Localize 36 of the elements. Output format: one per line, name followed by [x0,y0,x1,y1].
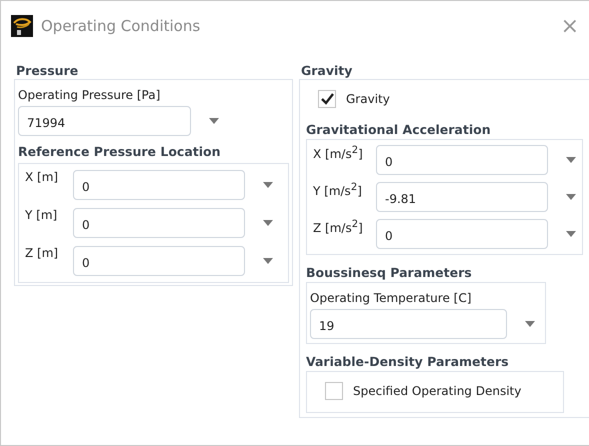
dropdown-field[interactable]: 71994 [18,106,191,136]
caret-icon[interactable] [209,118,219,124]
field-label: Z [m/s$^{2}$] [313,219,364,235]
caret-icon[interactable] [263,182,273,188]
window-title: Operating Conditions [41,17,202,35]
checkbox[interactable] [325,382,343,400]
checkbox-label: Gravity [346,92,390,106]
field-label: Operating Temperature [C] [310,291,472,305]
section-heading: Gravitational Acceleration [306,122,492,137]
checkbox-label: Specified Operating Density [353,384,522,398]
dropdown-field[interactable]: 0 [73,170,245,200]
field-label: Z [m] [25,246,60,260]
caret-icon[interactable] [263,220,273,226]
app-logo-icon [11,15,33,37]
field-label: X [m/s$^{2}$] [313,145,364,161]
caret-icon[interactable] [566,231,576,237]
section-heading: Gravity [301,63,354,78]
caret-icon[interactable] [263,258,273,264]
section-heading: Boussinesq Parameters [306,265,473,280]
section-heading: Variable-Density Parameters [306,354,510,369]
field-label: Y [m] [25,208,58,222]
section-heading: Reference Pressure Location [18,144,222,159]
section-heading: Pressure [16,63,80,78]
field-label: X [m] [25,170,60,184]
caret-icon[interactable] [566,194,576,200]
dropdown-field[interactable]: 0 [73,208,245,238]
dropdown-field[interactable]: -9.81 [376,182,548,212]
dropdown-field[interactable]: 0 [73,246,245,276]
caret-icon[interactable] [525,321,535,327]
caret-icon[interactable] [566,157,576,163]
checkbox[interactable] [318,90,336,108]
field-label: Operating Pressure [Pa] [18,88,162,102]
field-label: Y [m/s$^{2}$] [313,182,363,198]
dropdown-field[interactable]: 19 [310,309,507,339]
dropdown-field[interactable]: 0 [376,219,548,249]
dropdown-field[interactable]: 0 [376,145,548,175]
